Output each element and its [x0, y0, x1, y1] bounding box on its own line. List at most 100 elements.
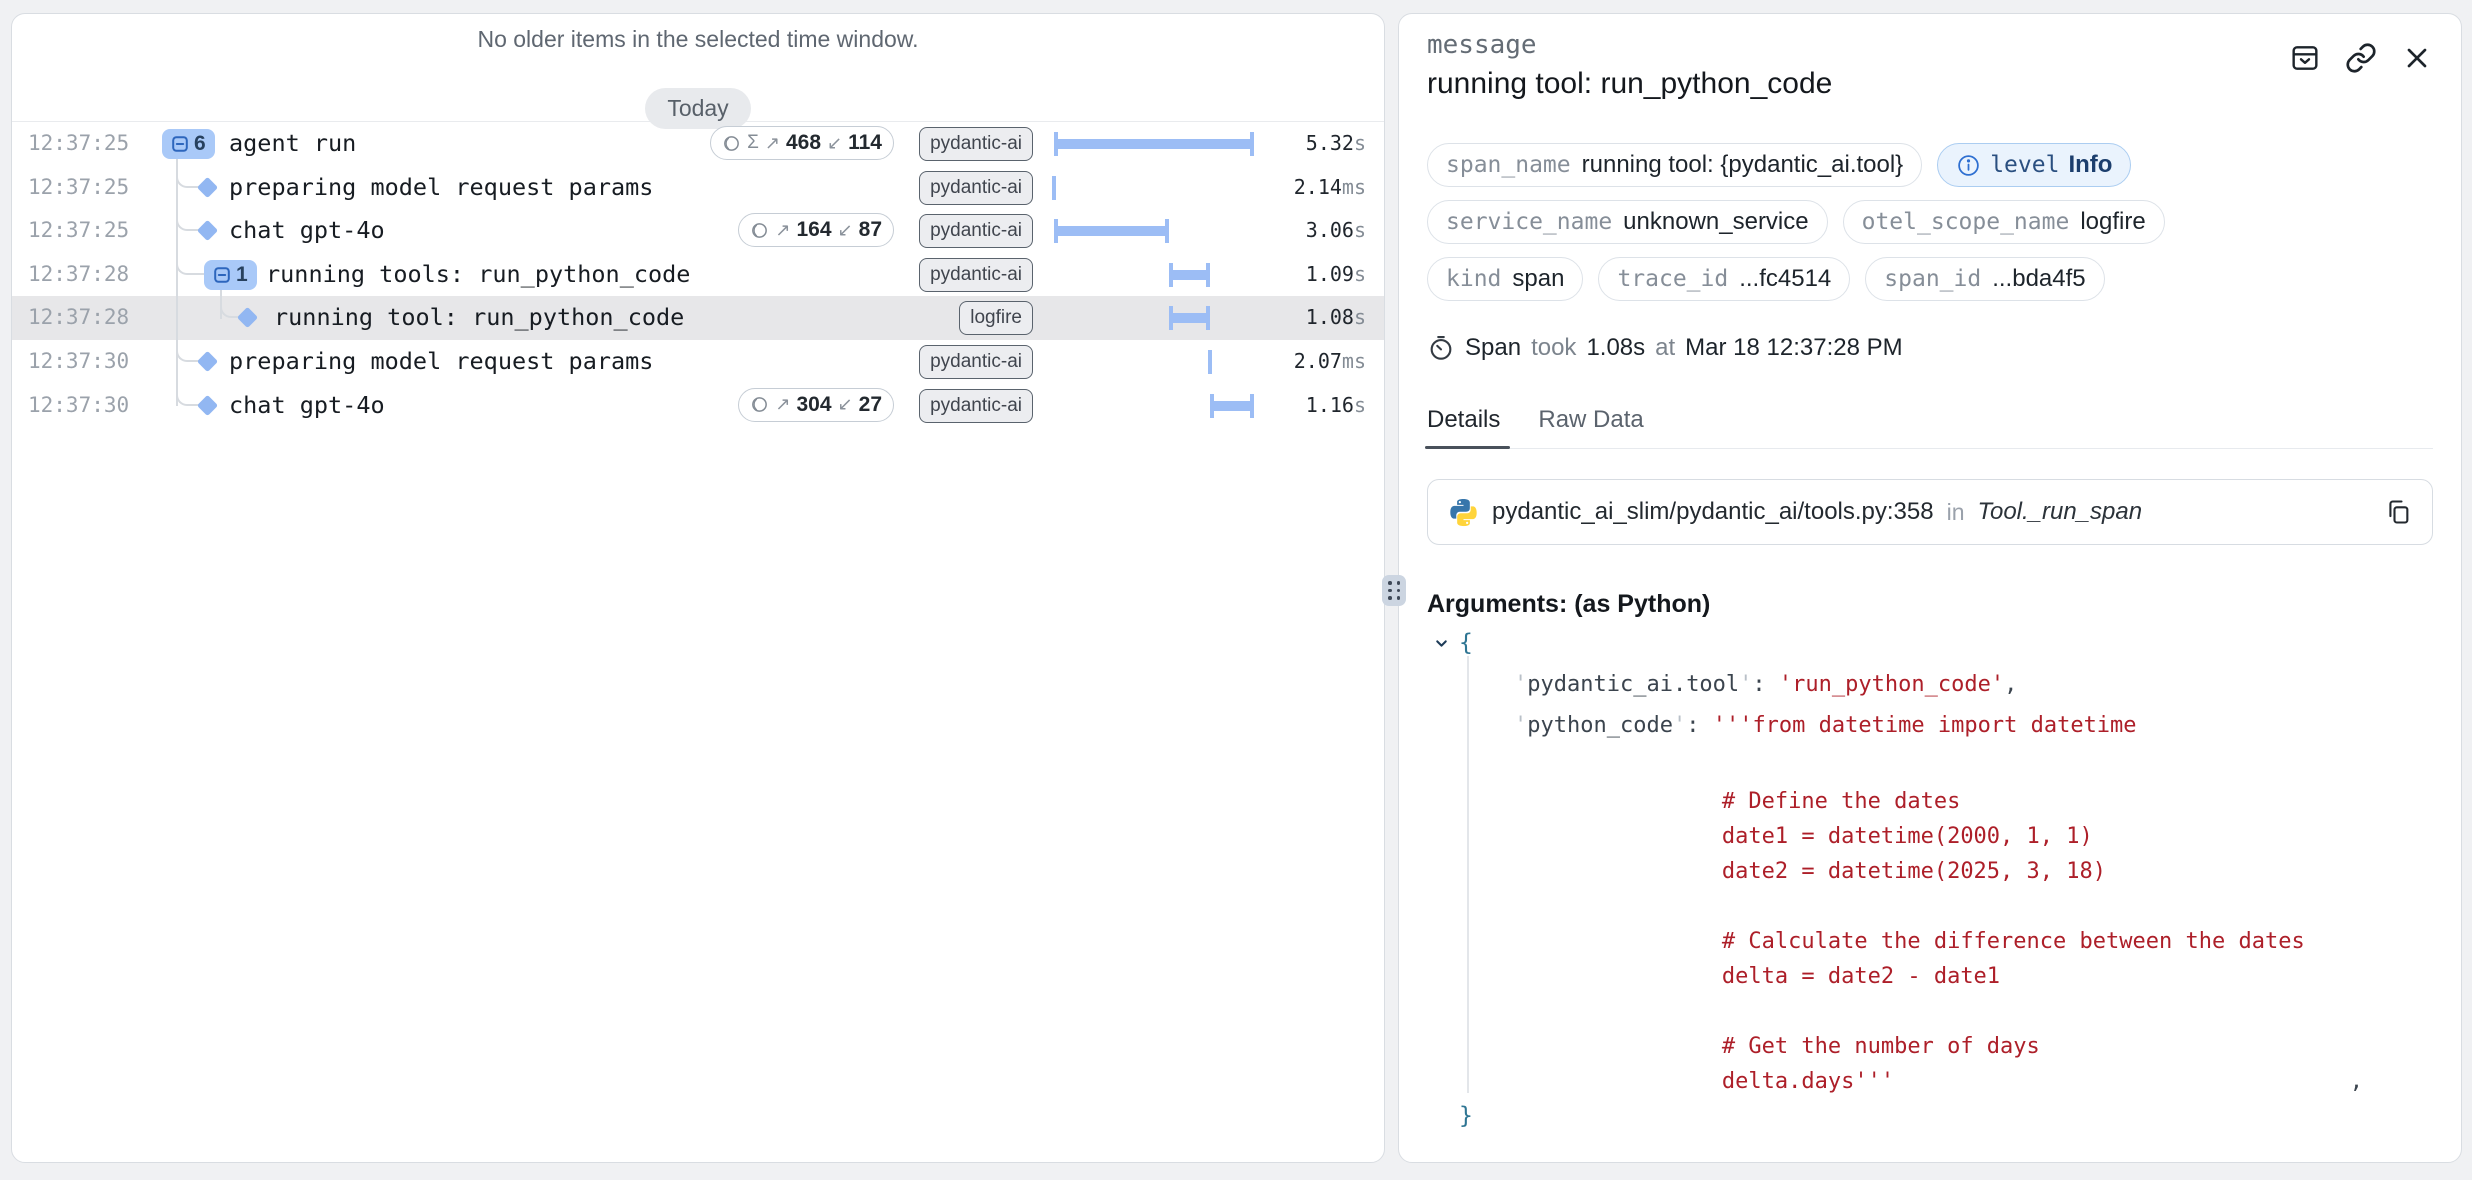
code-string-line: # Define the dates	[1457, 784, 2433, 819]
diamond-icon	[237, 307, 258, 328]
output-tokens-arrow-icon: ↙	[838, 394, 853, 415]
diamond-icon	[197, 351, 218, 372]
arguments-heading: Arguments: (as Python)	[1427, 590, 2433, 619]
input-tokens: 304	[797, 393, 832, 417]
span-start-time: 12:37:30	[28, 384, 129, 428]
link-icon[interactable]	[2345, 42, 2377, 74]
instrumentation-badge: pydantic-ai	[919, 171, 1033, 205]
tab-raw-data[interactable]: Raw Data	[1538, 406, 1643, 448]
span-label: preparing model request params	[229, 166, 653, 210]
python-logo-icon	[1448, 497, 1479, 528]
trace-row[interactable]: 12:37:25chat gpt-4o↗164↙87pydantic-ai3.0…	[12, 209, 1384, 253]
chip-key: span_id	[1884, 266, 1981, 292]
span-timeline-bar	[1210, 394, 1254, 418]
attribute-chip-kind[interactable]: kindspan	[1427, 257, 1583, 301]
attribute-chip-span_name[interactable]: span_namerunning tool: {pydantic_ai.tool…	[1427, 143, 1922, 187]
span-label: agent run	[229, 122, 356, 166]
span-start-time: 12:37:25	[28, 122, 129, 166]
token-usage-badge: ↗304↙27	[738, 388, 894, 422]
copy-icon[interactable]	[2384, 498, 2412, 526]
span-timeline-bar	[1169, 263, 1210, 287]
attribute-chip-service_name[interactable]: service_name unknown_service	[1427, 200, 1828, 244]
chip-key: span_name	[1446, 152, 1571, 178]
chip-value: unknown_service	[1623, 208, 1808, 236]
trace-row[interactable]: 12:37:30preparing model request paramspy…	[12, 340, 1384, 384]
stopwatch-icon	[1427, 334, 1455, 362]
timing-duration: 1.08s	[1586, 334, 1645, 362]
timeline-track	[1054, 253, 1254, 297]
attribute-chip-level[interactable]: levelInfo	[1937, 143, 2131, 187]
minus-square-icon	[171, 135, 189, 153]
span-label: running tool: run_python_code	[274, 296, 684, 340]
input-tokens-arrow-icon: ↗	[775, 394, 790, 415]
trace-row[interactable]: 12:37:25 preparing model request params py…	[12, 166, 1384, 210]
panel-resize-handle[interactable]	[1382, 575, 1406, 606]
timeline-track	[1054, 166, 1254, 210]
span-start-time: 12:37:25	[28, 209, 129, 253]
code-string-line: delta.days''',	[1457, 1064, 2433, 1099]
span-duration: 2.14ms	[1294, 166, 1366, 210]
close-icon[interactable]	[2401, 42, 2433, 74]
trace-row[interactable]: 12:37:30chat gpt-4o↗304↙27pydantic-ai1.1…	[12, 384, 1384, 428]
timing-at-word: at	[1655, 334, 1675, 362]
span-timeline-bar	[1169, 306, 1210, 330]
instrumentation-badge: pydantic-ai	[919, 389, 1033, 423]
open-brace: {	[1459, 626, 1473, 661]
chip-value: span	[1512, 265, 1564, 293]
child-count: 6	[194, 132, 206, 156]
code-string-line	[1457, 994, 2433, 1029]
input-tokens: 468	[786, 131, 821, 155]
archive-icon[interactable]	[2289, 42, 2321, 74]
input-tokens: 164	[797, 218, 832, 242]
timing-took-word: took	[1531, 334, 1576, 362]
diamond-icon	[197, 394, 218, 415]
chip-value: logfire	[2080, 208, 2145, 236]
chevron-down-icon[interactable]	[1433, 635, 1450, 652]
timing-label: Span	[1465, 334, 1521, 362]
output-tokens: 114	[848, 131, 882, 155]
code-string-line: date1 = datetime(2000, 1, 1)	[1457, 819, 2433, 854]
attribute-chip-otel_scope_name[interactable]: otel_scope_name logfire	[1843, 200, 2165, 244]
span-duration: 1.08s	[1306, 296, 1366, 340]
span-timeline-tick	[1052, 176, 1056, 200]
code-dict-entry: 'python_code': '''from datetime import d…	[1433, 708, 2433, 743]
span-label: preparing model request params	[229, 340, 653, 384]
detail-tabs: Details Raw Data	[1427, 406, 2433, 449]
code-string-line: date2 = datetime(2025, 3, 18)	[1457, 854, 2433, 889]
trace-row[interactable]: 12:37:256agent runΣ↗468↙114pydantic-ai5.…	[12, 122, 1384, 166]
chip-key: service_name	[1446, 209, 1612, 235]
code-string-line: # Get the number of days	[1457, 1029, 2433, 1064]
minus-square-icon	[213, 266, 231, 284]
input-tokens-arrow-icon: ↗	[765, 133, 780, 154]
tab-details[interactable]: Details	[1427, 406, 1500, 448]
code-string-line	[1457, 889, 2433, 924]
output-tokens: 87	[859, 218, 882, 242]
code-string-line	[1457, 749, 2433, 784]
token-coin-icon	[722, 134, 741, 153]
span-label: chat gpt-4o	[229, 209, 385, 253]
timing-timestamp: Mar 18 12:37:28 PM	[1685, 334, 1902, 362]
source-location[interactable]: pydantic_ai_slim/pydantic_ai/tools.py:35…	[1427, 479, 2433, 545]
span-kind-kicker: message	[1427, 30, 1832, 60]
span-start-time: 12:37:25	[28, 166, 129, 210]
chip-key: level	[1990, 152, 2059, 178]
timeline-track	[1054, 122, 1254, 166]
collapse-toggle[interactable]: 1	[204, 260, 257, 290]
timeline-track	[1054, 340, 1254, 384]
source-file-path: pydantic_ai_slim/pydantic_ai/tools.py:35…	[1492, 498, 1934, 526]
diamond-icon	[197, 176, 218, 197]
trace-row[interactable]: 12:37:281running tools: run_python_codep…	[12, 253, 1384, 297]
span-duration: 3.06s	[1306, 209, 1366, 253]
trace-row[interactable]: 12:37:28running tool: run_python_codelog…	[12, 296, 1384, 340]
input-tokens-arrow-icon: ↗	[775, 220, 790, 241]
attribute-chip-span_id[interactable]: span_id...bda4f5	[1865, 257, 2104, 301]
span-timing-line: Span took 1.08s at Mar 18 12:37:28 PM	[1427, 334, 2433, 362]
token-sum-sigma: Σ	[747, 132, 759, 154]
attribute-chip-trace_id[interactable]: trace_id...fc4514	[1598, 257, 1850, 301]
arguments-code-block: {'pydantic_ai.tool': 'run_python_code','…	[1427, 626, 2433, 1134]
source-in-word: in	[1947, 499, 1965, 526]
empty-window-notice: No older items in the selected time wind…	[12, 26, 1384, 53]
chip-key: otel_scope_name	[1862, 209, 2070, 235]
chip-value: ...fc4514	[1739, 265, 1831, 293]
collapse-toggle[interactable]: 6	[162, 129, 215, 159]
